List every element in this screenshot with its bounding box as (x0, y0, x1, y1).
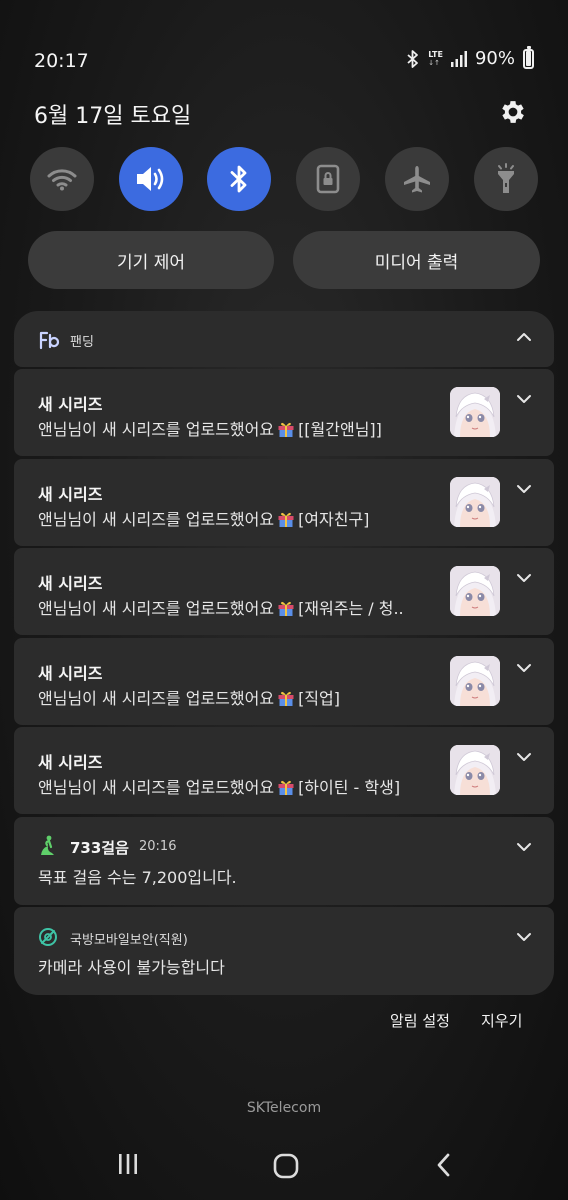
data-arrows-icon: ↓↑ (428, 58, 441, 67)
notification-text: 앤님님이 새 시리즈를 업로드했어요 [직업] (38, 685, 340, 709)
rotation-lock-toggle[interactable] (296, 147, 360, 211)
notification-series-tag: [[월간앤님]] (298, 420, 382, 439)
chevron-down-icon[interactable] (516, 483, 532, 495)
notification-series-tag: [여자친구] (298, 510, 370, 529)
gift-emoji-icon (278, 422, 294, 437)
lte-label: LTE (428, 49, 443, 59)
security-notification[interactable]: 국방모바일보안(직원) 카메라 사용이 불가능합니다 (14, 907, 554, 995)
fanding-notification[interactable]: 새 시리즈앤님님이 새 시리즈를 업로드했어요 [하이틴 - 학생] (14, 727, 554, 814)
notification-series-tag: [직업] (298, 689, 340, 708)
home-icon[interactable] (272, 1152, 300, 1180)
chevron-up-icon[interactable] (516, 331, 532, 343)
gift-emoji-icon (278, 780, 294, 795)
airplane-icon (404, 166, 430, 193)
fanding-app-name: 팬딩 (70, 335, 94, 350)
notification-settings-button[interactable]: 알림 설정 (390, 1010, 450, 1031)
chevron-down-icon[interactable] (516, 572, 532, 584)
security-text: 카메라 사용이 불가능합니다 (38, 958, 225, 977)
notification-text: 앤님님이 새 시리즈를 업로드했어요 [여자친구] (38, 506, 369, 530)
notification-title: 새 시리즈 (38, 574, 103, 593)
notification-message: 앤님님이 새 시리즈를 업로드했어요 (38, 778, 275, 797)
battery-percent: 90% (474, 48, 515, 69)
chevron-down-icon[interactable] (516, 751, 532, 763)
date-label: 6월 17일 토요일 (34, 104, 192, 129)
notification-text: 앤님님이 새 시리즈를 업로드했어요 [하이틴 - 학생] (38, 774, 400, 798)
security-app-name: 국방모바일보안(직원) (70, 933, 188, 948)
anime-avatar-image (450, 656, 500, 706)
notification-message: 앤님님이 새 시리즈를 업로드했어요 (38, 510, 275, 529)
media-output-button[interactable]: 미디어 출력 (293, 231, 540, 289)
sound-icon (137, 167, 164, 191)
bluetooth-icon (230, 165, 247, 193)
notification-text: 앤님님이 새 시리즈를 업로드했어요 [재워주는 / 청.. (38, 595, 404, 619)
notification-message: 앤님님이 새 시리즈를 업로드했어요 (38, 689, 275, 708)
gift-emoji-icon (278, 601, 294, 616)
status-bar: 20:17 LTE ↓↑ 90% (0, 44, 568, 80)
notification-title: 새 시리즈 (38, 395, 103, 414)
anime-avatar-image (450, 387, 500, 437)
back-icon[interactable] (434, 1152, 454, 1178)
flashlight-icon (498, 163, 514, 193)
bluetooth-status-icon (407, 49, 419, 68)
device-control-button[interactable]: 기기 제어 (28, 231, 274, 289)
quick-toggles (30, 147, 538, 211)
notification-thumbnail (450, 656, 500, 706)
notification-title: 새 시리즈 (38, 664, 103, 683)
steps-title: 733걸음 (70, 839, 129, 857)
lte-indicator: LTE ↓↑ (428, 49, 443, 67)
fanding-notification[interactable]: 새 시리즈앤님님이 새 시리즈를 업로드했어요 [재워주는 / 청.. (14, 548, 554, 635)
steps-text: 목표 걸음 수는 7,200입니다. (38, 868, 237, 887)
notification-message: 앤님님이 새 시리즈를 업로드했어요 (38, 420, 275, 439)
airplane-mode-toggle[interactable] (385, 147, 449, 211)
notification-thumbnail (450, 745, 500, 795)
notification-shade: 20:17 LTE ↓↑ 90% 6월 17일 토요일 기기 제어 미디어 출력… (0, 0, 568, 1200)
settings-gear-icon[interactable] (498, 97, 528, 127)
camera-blocked-icon (39, 928, 57, 946)
anime-avatar-image (450, 477, 500, 527)
fanding-logo-icon (39, 331, 60, 350)
gift-emoji-icon (278, 691, 294, 706)
chevron-down-icon[interactable] (516, 931, 532, 943)
fanding-notification[interactable]: 새 시리즈앤님님이 새 시리즈를 업로드했어요 [여자친구] (14, 459, 554, 546)
recent-apps-icon[interactable] (116, 1152, 140, 1176)
sound-toggle[interactable] (119, 147, 183, 211)
chevron-down-icon[interactable] (516, 393, 532, 405)
anime-avatar-image (450, 745, 500, 795)
status-clock: 20:17 (34, 50, 89, 72)
wifi-toggle[interactable] (30, 147, 94, 211)
wifi-icon (47, 169, 77, 191)
battery-fill (526, 51, 531, 66)
walking-icon (41, 835, 54, 855)
steps-notification[interactable]: 733걸음 20:16 목표 걸음 수는 7,200입니다. (14, 817, 554, 905)
notification-title: 새 시리즈 (38, 485, 103, 504)
anime-avatar-image (450, 566, 500, 616)
flashlight-toggle[interactable] (474, 147, 538, 211)
fanding-group-header[interactable]: 팬딩 (14, 311, 554, 367)
fanding-notification[interactable]: 새 시리즈앤님님이 새 시리즈를 업로드했어요 [[월간앤님]] (14, 369, 554, 456)
notification-series-tag: [재워주는 / 청.. (298, 599, 404, 618)
notification-thumbnail (450, 387, 500, 437)
lock-rotation-icon (316, 164, 340, 194)
notification-series-tag: [하이틴 - 학생] (298, 778, 401, 797)
notification-title: 새 시리즈 (38, 753, 103, 772)
carrier-label: SKTelecom (246, 1100, 322, 1116)
notification-message: 앤님님이 새 시리즈를 업로드했어요 (38, 599, 275, 618)
notification-thumbnail (450, 477, 500, 527)
chevron-down-icon[interactable] (516, 662, 532, 674)
notification-text: 앤님님이 새 시리즈를 업로드했어요 [[월간앤님]] (38, 416, 382, 440)
status-icons: LTE ↓↑ 90% (406, 45, 534, 69)
battery-icon (523, 45, 534, 69)
fanding-notification[interactable]: 새 시리즈앤님님이 새 시리즈를 업로드했어요 [직업] (14, 638, 554, 725)
navigation-bar (0, 1140, 568, 1196)
chevron-down-icon[interactable] (516, 841, 532, 853)
notification-thumbnail (450, 566, 500, 616)
signal-icon (450, 50, 467, 67)
gift-emoji-icon (278, 512, 294, 527)
clear-all-button[interactable]: 지우기 (481, 1010, 522, 1031)
bluetooth-toggle[interactable] (207, 147, 271, 211)
steps-time: 20:16 (139, 839, 177, 854)
